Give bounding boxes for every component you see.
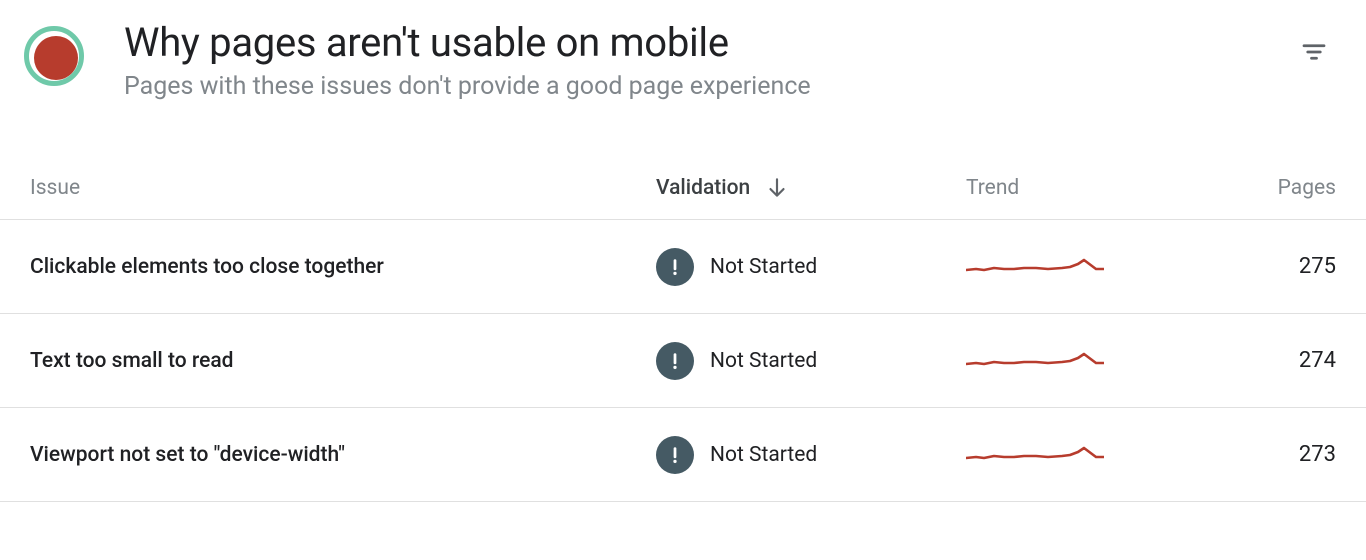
page-titles: Why pages aren't usable on mobile Pages … <box>124 20 1292 101</box>
column-header-validation[interactable]: Validation <box>656 175 966 201</box>
validation-cell: Not Started <box>656 436 966 474</box>
page-title: Why pages aren't usable on mobile <box>124 20 1292 66</box>
exclamation-icon <box>656 342 694 380</box>
page-subtitle: Pages with these issues don't provide a … <box>124 72 1292 101</box>
table-row[interactable]: Clickable elements too close together No… <box>0 220 1366 314</box>
exclamation-icon <box>656 248 694 286</box>
column-header-issue-label: Issue <box>30 176 80 200</box>
validation-status: Not Started <box>710 443 817 467</box>
pages-count: 273 <box>1156 442 1336 467</box>
column-header-trend[interactable]: Trend <box>966 176 1156 200</box>
issue-name: Viewport not set to "device-width" <box>30 443 656 467</box>
table-row[interactable]: Viewport not set to "device-width" Not S… <box>0 408 1366 502</box>
column-header-pages-label: Pages <box>1278 176 1336 200</box>
trend-cell <box>966 440 1156 470</box>
exclamation-icon <box>656 436 694 474</box>
trend-cell <box>966 346 1156 376</box>
trend-sparkline <box>966 252 1104 282</box>
page-icon <box>24 26 84 86</box>
column-headers: Issue Validation Trend Pages <box>0 175 1366 220</box>
validation-cell: Not Started <box>656 248 966 286</box>
column-header-trend-label: Trend <box>966 176 1019 200</box>
trend-sparkline <box>966 440 1104 470</box>
column-header-validation-label: Validation <box>656 176 750 200</box>
validation-status: Not Started <box>710 255 817 279</box>
filter-icon <box>1299 37 1329 67</box>
page-header: Why pages aren't usable on mobile Pages … <box>0 0 1366 131</box>
table-row[interactable]: Text too small to read Not Started 274 <box>0 314 1366 408</box>
trend-cell <box>966 252 1156 282</box>
column-header-issue[interactable]: Issue <box>30 176 656 200</box>
validation-cell: Not Started <box>656 342 966 380</box>
issue-name: Text too small to read <box>30 349 656 373</box>
issue-name: Clickable elements too close together <box>30 255 656 279</box>
column-header-pages[interactable]: Pages <box>1156 176 1336 200</box>
trend-sparkline <box>966 346 1104 376</box>
validation-status: Not Started <box>710 349 817 373</box>
pages-count: 275 <box>1156 254 1336 279</box>
pages-count: 274 <box>1156 348 1336 373</box>
filter-button[interactable] <box>1292 30 1336 74</box>
arrow-down-icon <box>764 175 790 201</box>
